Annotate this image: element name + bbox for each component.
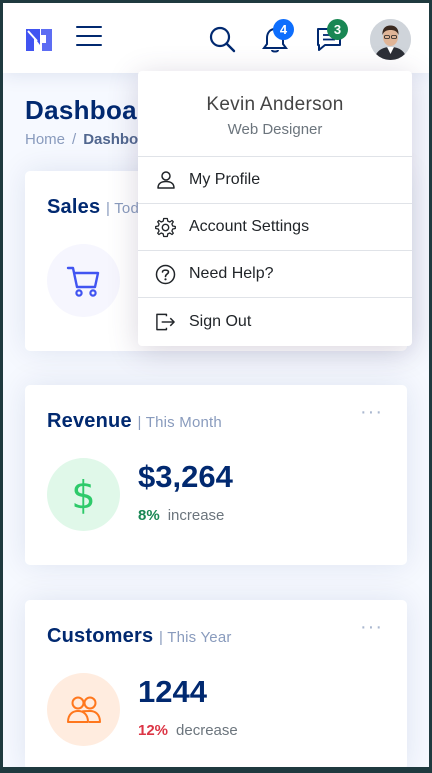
menu-item-label: Sign Out (189, 312, 252, 330)
search-icon[interactable] (208, 25, 236, 53)
question-circle-icon (155, 264, 176, 285)
profile-name: Kevin Anderson (206, 94, 344, 115)
cart-icon (47, 244, 120, 317)
revenue-card-title: Revenue | This Month (47, 410, 222, 433)
avatar[interactable] (370, 19, 411, 60)
customers-period: | This Year (159, 629, 232, 646)
revenue-change-label: increase (167, 507, 225, 524)
profile-dropdown: Kevin Anderson Web Designer My Profile A… (138, 71, 412, 346)
customers-change: 12% decrease (138, 722, 238, 739)
revenue-period: | This Month (137, 414, 222, 431)
menu-item-need-help[interactable]: Need Help? (138, 251, 412, 298)
profile-dropdown-header: Kevin Anderson Web Designer (138, 71, 412, 157)
messages-badge: 3 (327, 19, 348, 40)
menu-item-sign-out[interactable]: Sign Out (138, 298, 412, 345)
sign-out-icon (155, 311, 176, 332)
person-icon (155, 170, 176, 191)
notifications-badge: 4 (273, 19, 294, 40)
profile-role: Web Designer (227, 121, 323, 138)
revenue-card: Revenue | This Month ··· $ $3,264 8% incr… (25, 385, 407, 565)
people-icon (47, 673, 120, 746)
customers-title-text: Customers (47, 625, 154, 647)
menu-item-label: My Profile (189, 171, 261, 188)
breadcrumb-home-link[interactable]: Home (25, 131, 65, 148)
revenue-change: 8% increase (138, 507, 224, 524)
hamburger-menu-button[interactable] (76, 26, 102, 48)
gear-icon (155, 217, 176, 238)
revenue-more-options-button[interactable]: ··· (360, 402, 383, 422)
revenue-title-text: Revenue (47, 410, 132, 432)
top-header: 4 3 (3, 3, 429, 73)
menu-item-my-profile[interactable]: My Profile (138, 157, 412, 204)
sales-title-text: Sales (47, 196, 101, 218)
customers-change-label: decrease (176, 722, 238, 739)
customers-value: 1244 (138, 674, 207, 709)
menu-item-label: Account Settings (189, 218, 310, 235)
logo-icon[interactable] (24, 25, 54, 53)
menu-item-account-settings[interactable]: Account Settings (138, 204, 412, 251)
customers-change-percent: 12% (138, 722, 169, 739)
customers-card-title: Customers | This Year (47, 625, 232, 648)
customers-more-options-button[interactable]: ··· (360, 617, 383, 637)
revenue-change-percent: 8% (138, 507, 160, 524)
revenue-value: $3,264 (138, 459, 233, 494)
customers-card: Customers | This Year ··· 1244 12% decrea… (25, 600, 407, 767)
dollar-icon: $ (47, 458, 120, 531)
breadcrumb-separator: / (72, 131, 77, 148)
app-window: 4 3 Dashboard Home / Dashboard Sales | T… (3, 3, 429, 767)
menu-item-label: Need Help? (189, 265, 274, 282)
